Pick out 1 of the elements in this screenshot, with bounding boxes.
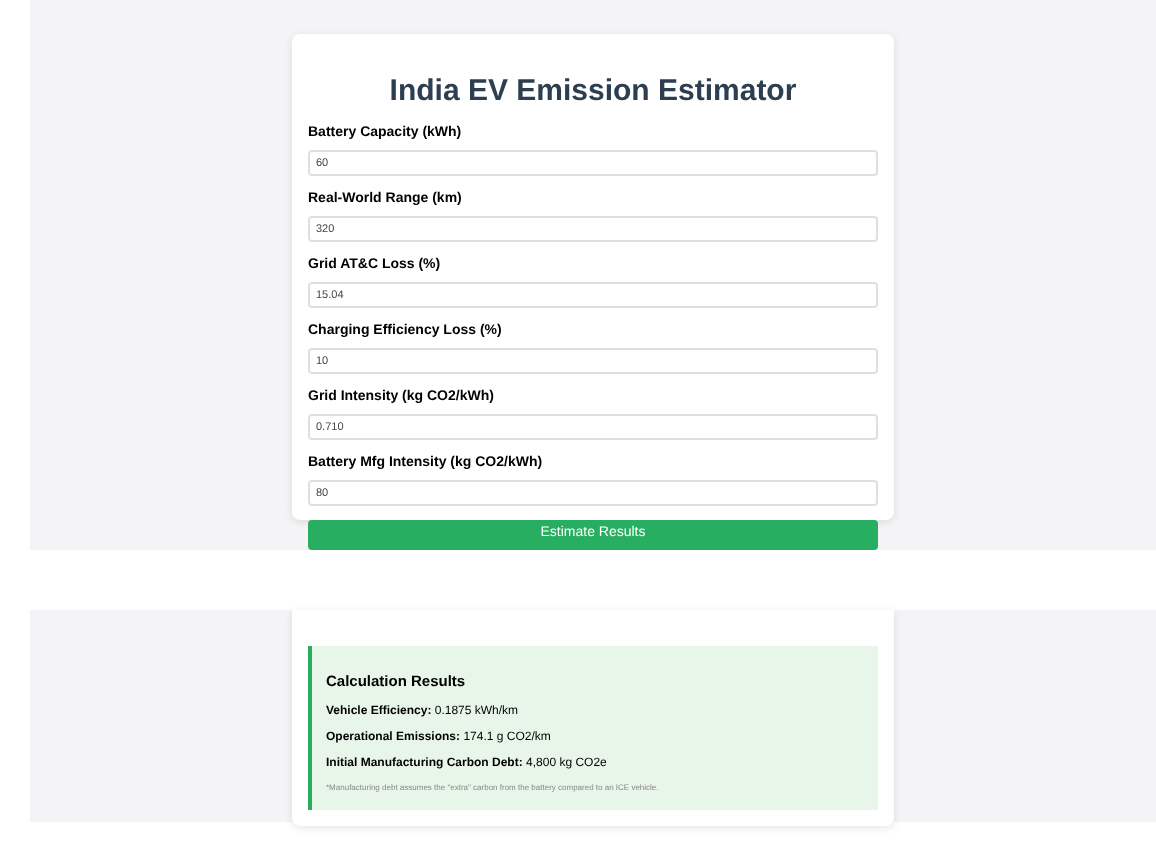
page-title: India EV Emission Estimator [387, 74, 799, 110]
